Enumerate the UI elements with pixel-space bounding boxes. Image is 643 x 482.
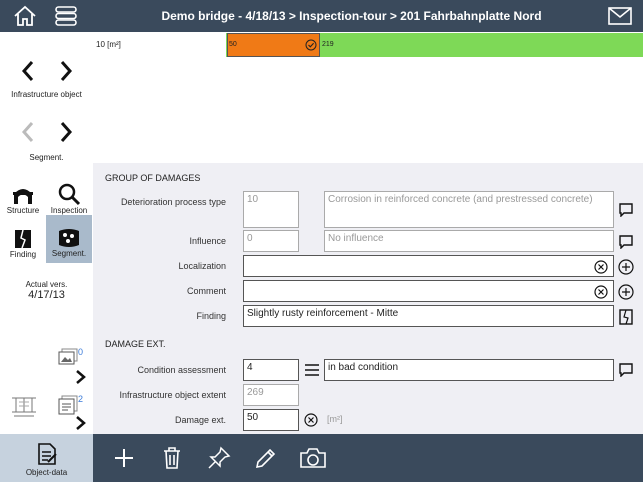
magnifier-icon [58,183,81,206]
add-circle-icon[interactable] [618,259,634,275]
photo-count-badge: 0 [78,347,84,357]
trash-icon[interactable] [158,444,186,472]
actual-version-label: Actual vers. [25,280,68,289]
segment-nav [0,121,93,143]
bar-orange[interactable]: 50 [227,33,320,57]
damage-extent-bar: 10 [m²] 219 50 [93,32,643,58]
drawing-icon [12,397,36,417]
finding-icon[interactable] [618,309,634,325]
deterioration-code-field[interactable]: 10 [243,191,299,228]
tile-finding[interactable]: Finding [0,222,46,268]
infrastructure-nav [0,60,93,82]
photo-stack-icon[interactable] [57,348,79,368]
tile-structure-label: Structure [6,206,40,215]
comment-field[interactable] [243,280,614,302]
localization-label: Localization [178,261,226,271]
condition-text-field[interactable]: in bad condition [324,359,614,381]
damage-ext-heading: DAMAGE EXT. [105,339,166,349]
deterioration-text-field[interactable]: Corrosion in reinforced concrete (and pr… [324,191,614,228]
comment-label: Comment [186,286,226,296]
object-data-button[interactable]: Object-data [0,434,93,482]
chevron-right-icon[interactable] [58,60,74,82]
tile-inspection-label: Inspection [50,206,88,215]
tile-segment-label: Segment. [51,249,87,258]
condition-code-field[interactable]: 4 [243,359,299,381]
finding-label: Finding [196,311,226,321]
bar-green-value: 219 [322,41,334,48]
influence-text-field[interactable]: No influence [324,230,614,252]
actual-version: Actual vers. 4/17/13 [0,280,93,301]
sidebar: Infrastructure object Segment. Structure… [0,32,93,482]
actual-version-date: 4/17/13 [28,289,65,301]
finding-icon [15,229,31,249]
bridge-icon [13,189,33,204]
chevron-right-icon[interactable] [58,121,74,143]
deterioration-label: Deterioration process type [120,197,226,207]
pencil-icon[interactable] [252,444,280,472]
home-icon[interactable] [11,2,39,30]
chevron-left-icon[interactable] [20,60,36,82]
comment-bubble-icon[interactable] [618,203,634,217]
comment-bubble-icon[interactable] [618,363,634,377]
document-count-badge: 2 [78,394,84,404]
clear-icon[interactable] [304,413,318,427]
camera-icon[interactable] [299,444,327,472]
finding-field[interactable]: Slightly rusty reinforcement - Mitte [243,305,614,327]
bottom-toolbar [93,434,643,482]
check-circle-icon [305,39,317,51]
add-circle-icon[interactable] [618,284,634,300]
menu-icon[interactable] [52,2,80,30]
damage-ext-label: Damage ext. [174,415,226,425]
plus-icon[interactable] [110,444,138,472]
page-title: Demo bridge - 4/18/13 > Inspection-tour … [161,9,542,23]
tile-finding-label: Finding [9,250,37,259]
tile-structure[interactable]: Structure [0,178,46,224]
segment-label: Segment. [29,153,64,162]
extent-label: Infrastructure object extent [119,390,226,400]
top-bar: Demo bridge - 4/18/13 > Inspection-tour … [0,0,643,32]
segment-icon [59,229,79,247]
clear-icon[interactable] [594,285,608,299]
damage-ext-unit: [m²] [327,414,343,424]
influence-label: Influence [189,236,226,246]
bar-unit-label: 10 [m²] [96,40,121,49]
condition-label: Condition assessment [137,365,226,375]
infrastructure-object-label: Infrastructure object [11,90,82,99]
extent-field[interactable]: 269 [243,384,299,406]
damage-ext-field[interactable]: 50 [243,409,299,431]
pin-icon[interactable] [205,444,233,472]
chevron-left-icon [21,122,33,142]
chevron-right-icon[interactable] [75,369,87,385]
influence-code-field[interactable]: 0 [243,230,299,252]
object-data-label: Object-data [25,468,68,477]
damage-form: GROUP OF DAMAGES Deterioration process t… [93,163,643,434]
document-stack-icon[interactable] [57,395,79,417]
tile-segment[interactable]: Segment. [46,215,92,263]
bar-orange-value: 50 [229,41,237,48]
clear-icon[interactable] [594,260,608,274]
localization-field[interactable] [243,255,614,277]
chevron-right-icon[interactable] [75,415,87,431]
object-data-icon [37,443,57,465]
mail-icon[interactable] [606,2,634,30]
comment-bubble-icon[interactable] [618,235,634,249]
list-icon[interactable] [304,363,320,377]
group-of-damages-heading: GROUP OF DAMAGES [105,173,201,183]
